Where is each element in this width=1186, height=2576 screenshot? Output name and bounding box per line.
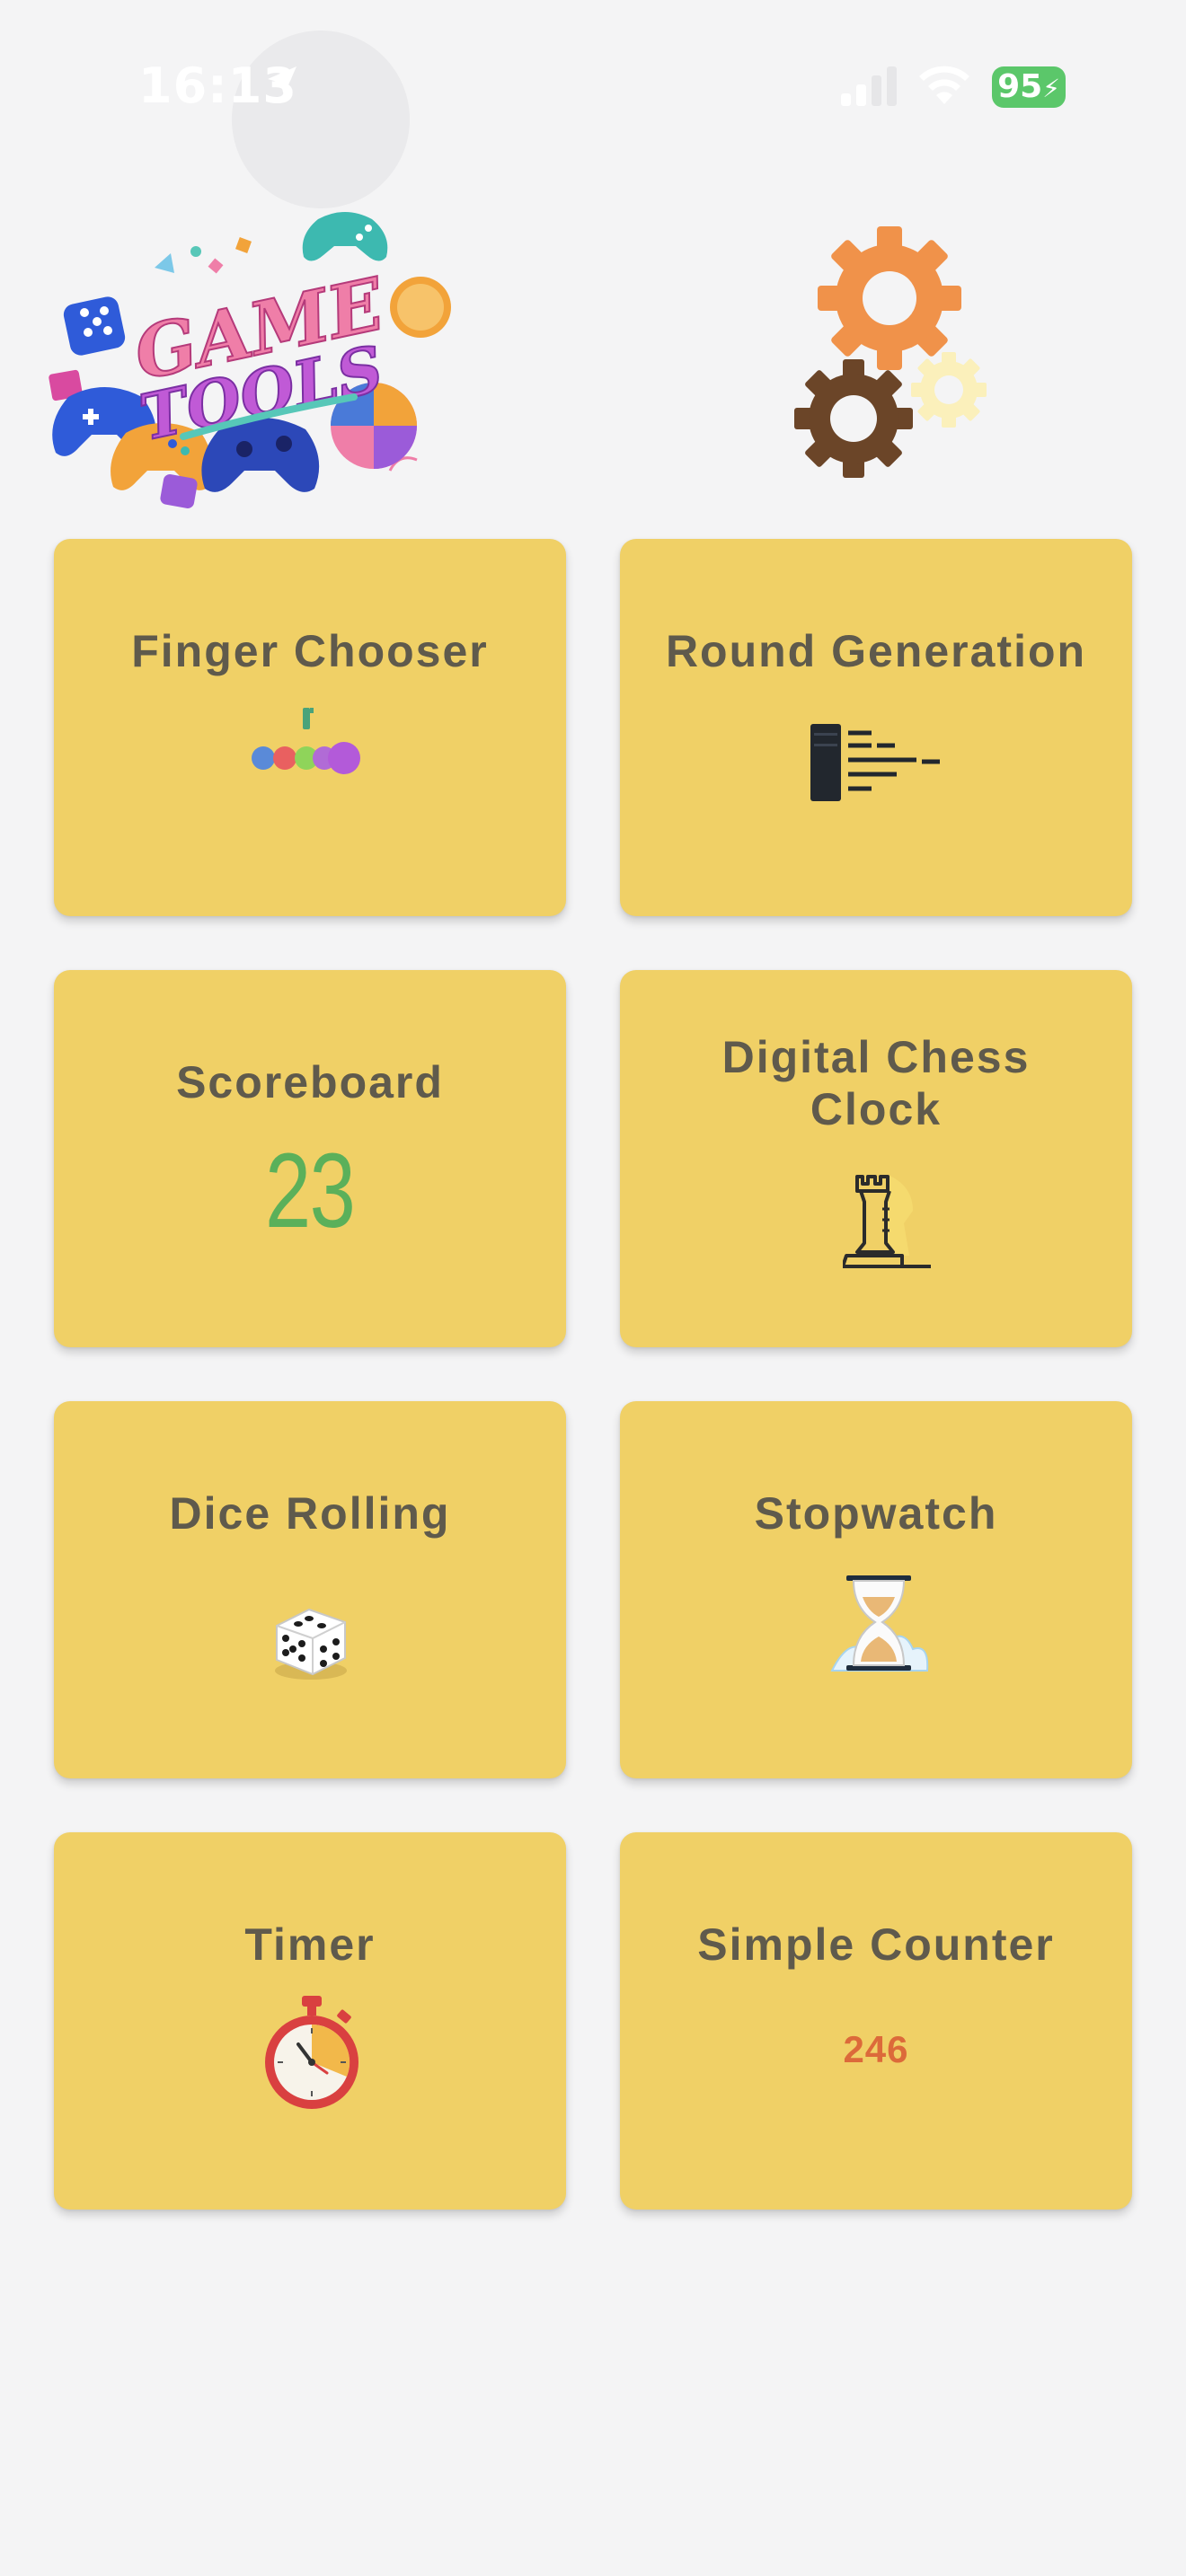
- tool-card-digital-chess-clock[interactable]: Digital Chess Clock: [620, 970, 1132, 1347]
- cellular-signal-icon: [841, 66, 897, 106]
- tool-card-simple-counter[interactable]: Simple Counter 246: [620, 1832, 1132, 2210]
- tool-title-line2: Clock: [810, 1084, 943, 1134]
- gears-icon: [794, 226, 987, 478]
- tool-card-timer[interactable]: Timer: [54, 1832, 566, 2210]
- blue-dice-icon: [63, 296, 126, 356]
- round-generation-icon: [810, 724, 940, 801]
- tool-card-dice-rolling[interactable]: Dice Rolling: [54, 1401, 566, 1778]
- tool-title-line1: Digital Chess: [721, 1032, 1031, 1082]
- tool-title: Scoreboard: [176, 1057, 444, 1107]
- game-tools-logo: GAME TOOLS: [49, 212, 451, 508]
- status-bar: 16:13 95⚡: [0, 0, 1186, 208]
- tool-title: Stopwatch: [754, 1488, 998, 1539]
- battery-charging-icon: 95⚡: [992, 66, 1066, 108]
- stopwatch-timer-icon: [265, 1996, 358, 2109]
- tool-title: Digital Chess Clock: [638, 1031, 1114, 1135]
- dice-icon: [275, 1608, 347, 1680]
- tool-card-finger-chooser[interactable]: Finger Chooser: [54, 539, 566, 916]
- location-arrow-icon: [268, 66, 296, 95]
- tool-title: Finger Chooser: [131, 626, 489, 676]
- hourglass-icon: [830, 1575, 929, 1672]
- tool-title: Dice Rolling: [169, 1488, 451, 1539]
- tool-card-scoreboard[interactable]: Scoreboard 23: [54, 970, 566, 1347]
- tool-title: Timer: [244, 1919, 376, 1970]
- settings-gears-button[interactable]: [782, 216, 997, 485]
- finger-chooser-icon: [252, 708, 360, 774]
- battery-level: 95: [997, 68, 1043, 105]
- tool-card-stopwatch[interactable]: Stopwatch: [620, 1401, 1132, 1778]
- wifi-icon: [919, 66, 969, 104]
- tool-title: Simple Counter: [697, 1919, 1055, 1970]
- scoreboard-icon: 23: [54, 1130, 566, 1252]
- tool-title: Round Generation: [665, 626, 1087, 676]
- teal-controller-icon: [302, 212, 388, 261]
- scoreboard-number: 23: [265, 1132, 356, 1250]
- tool-card-round-generation[interactable]: Round Generation: [620, 539, 1132, 916]
- counter-icon: 246: [620, 2028, 1132, 2071]
- chess-rook-icon: [843, 1175, 931, 1268]
- counter-number: 246: [843, 2028, 909, 2070]
